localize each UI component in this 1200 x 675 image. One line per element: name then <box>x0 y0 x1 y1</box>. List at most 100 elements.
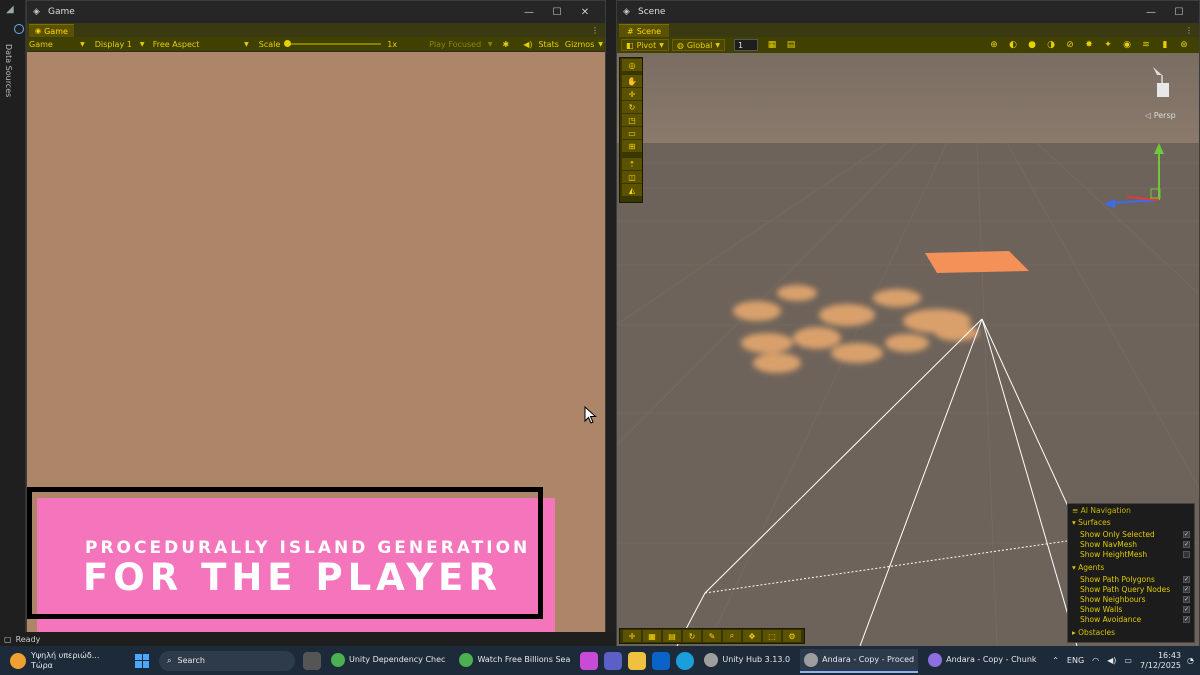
surfaces-section[interactable]: ▾ Surfaces <box>1072 518 1190 527</box>
snap-settings-icon[interactable]: ▤ <box>783 39 799 51</box>
weather-widget[interactable]: Υψηλή υπεριώδ... Τώρα <box>0 651 135 671</box>
option-row[interactable]: Show Walls ✓ <box>1080 604 1190 614</box>
layers-icon[interactable]: ≋ <box>1138 39 1154 51</box>
aspect-dropdown[interactable]: Free Aspect ▼ <box>153 40 249 49</box>
lit-icon[interactable]: ● <box>1024 39 1040 51</box>
option-row[interactable]: Show Avoidance ✓ <box>1080 614 1190 624</box>
gizmos-icon[interactable]: ⊛ <box>1176 39 1192 51</box>
rotate-icon[interactable]: ↻ <box>683 630 701 642</box>
rotate-tool-icon[interactable]: ↻ <box>622 101 642 113</box>
option-row[interactable]: Show Path Polygons ✓ <box>1080 574 1190 584</box>
minimize-icon[interactable]: — <box>1137 7 1165 18</box>
option-row[interactable]: Show Only Selected ✓ <box>1080 529 1190 539</box>
custom-tool-icon[interactable]: ⇡ <box>622 158 642 170</box>
teams-icon[interactable] <box>604 651 623 670</box>
agents-section[interactable]: ▾ Agents <box>1072 563 1190 572</box>
2d-toggle-icon[interactable]: ⊘ <box>1062 39 1078 51</box>
pin-tool-icon[interactable]: ◭ <box>622 184 642 196</box>
checkbox[interactable]: ✓ <box>1183 530 1190 538</box>
clock[interactable]: 16:43 7/12/2025 <box>1140 651 1181 671</box>
option-row[interactable]: Show NavMesh ✓ <box>1080 539 1190 549</box>
copilot-icon[interactable] <box>580 651 599 670</box>
scale-tool-icon[interactable]: ◳ <box>622 114 642 126</box>
outlook-icon[interactable] <box>652 651 671 670</box>
option-row[interactable]: Show Neighbours ✓ <box>1080 594 1190 604</box>
obstacles-section[interactable]: ▸ Obstacles <box>1072 628 1190 637</box>
gizmos-dropdown[interactable]: Gizmos ▼ <box>565 40 603 49</box>
pan-icon[interactable]: ✥ <box>743 630 761 642</box>
chevron-up-icon[interactable]: ⌃ <box>1052 656 1059 665</box>
hand-tool-icon[interactable]: ✋ <box>622 75 642 87</box>
navmesh-tool-icon[interactable]: ◫ <box>622 171 642 183</box>
mute-audio-icon[interactable]: ◀) <box>523 40 532 49</box>
scene-titlebar[interactable]: ◈ Scene — ☐ <box>617 1 1199 23</box>
scale-slider[interactable] <box>284 40 382 47</box>
game-mode-dropdown[interactable]: Game ▼ <box>29 40 85 49</box>
stats-button[interactable]: Stats <box>538 40 558 49</box>
move-icon[interactable]: ✛ <box>623 630 641 642</box>
display-dropdown[interactable]: Display 1 ▼ <box>95 40 145 49</box>
wifi-icon[interactable]: ◠ <box>1092 656 1099 665</box>
taskbar-app[interactable]: Andara - Copy - Chunk <box>924 649 1040 673</box>
notification-icon[interactable]: ◔ <box>1187 656 1194 665</box>
game-viewport[interactable]: PROCEDURALLY ISLAND GENERATION FOR THE P… <box>27 52 605 632</box>
maximize-icon[interactable]: ☐ <box>1165 7 1193 18</box>
tab-scene[interactable]: # Scene <box>619 24 670 37</box>
grid-snap-icon[interactable]: ▦ <box>764 39 780 51</box>
data-sources-tab[interactable]: Data Sources <box>4 44 13 97</box>
lighting-icon[interactable]: ✸ <box>1081 39 1097 51</box>
language-indicator[interactable]: ENG <box>1067 656 1084 665</box>
taskbar-app-active[interactable]: Andara - Copy - Proced <box>800 648 919 673</box>
checkbox[interactable]: ✓ <box>1183 575 1190 583</box>
draw-mode-icon[interactable]: ⊕ <box>986 39 1002 51</box>
grid-size-input[interactable]: 1 <box>733 39 758 51</box>
rect-tool-icon[interactable]: ▭ <box>622 127 642 139</box>
grid-icon[interactable]: ▦ <box>643 630 661 642</box>
taskbar-app[interactable]: Unity Hub 3.13.0 <box>700 649 794 673</box>
checkbox[interactable] <box>1183 550 1190 558</box>
more-options-icon[interactable]: ⋮ <box>1185 26 1193 35</box>
checkbox[interactable]: ✓ <box>1183 615 1190 623</box>
bug-icon[interactable]: ✱ <box>502 40 509 49</box>
tab-game[interactable]: ◉ Game <box>29 24 74 37</box>
search-input[interactable]: ⌕ Search <box>159 650 295 671</box>
global-toggle[interactable]: ◍ Global ▼ <box>671 39 725 51</box>
checkbox[interactable]: ✓ <box>1183 540 1190 548</box>
paint-icon[interactable]: ✎ <box>703 630 721 642</box>
more-options-icon[interactable]: ⋮ <box>591 26 599 35</box>
scene-viewport[interactable]: ◎ ✋ ✛ ↻ ◳ ▭ ⊞ ⇡ ◫ ◭ ◁ Persp ≡ AI Navigat… <box>617 53 1199 646</box>
pivot-toggle[interactable]: ◧ Pivot ▼ <box>621 39 669 51</box>
table-icon[interactable]: ▤ <box>663 630 681 642</box>
wireframe-icon[interactable]: ◑ <box>1043 39 1059 51</box>
start-icon[interactable] <box>135 653 149 668</box>
battery-icon[interactable]: ▭ <box>1124 656 1132 665</box>
zoom-icon[interactable]: ⌕ <box>723 630 741 642</box>
move-tool-icon[interactable]: ✛ <box>622 88 642 100</box>
option-row[interactable]: Show HeightMesh <box>1080 549 1190 559</box>
minimize-icon[interactable]: — <box>515 7 543 18</box>
maximize-icon[interactable]: ☐ <box>543 7 571 18</box>
option-row[interactable]: Show Path Query Nodes ✓ <box>1080 584 1190 594</box>
camera-icon[interactable]: ▮ <box>1157 39 1173 51</box>
effects-icon[interactable]: ✦ <box>1100 39 1116 51</box>
checkbox[interactable]: ✓ <box>1183 595 1190 603</box>
persp-label[interactable]: ◁ Persp <box>1145 111 1176 120</box>
close-icon[interactable]: ✕ <box>571 7 599 18</box>
scale-slider-knob[interactable] <box>284 40 292 47</box>
taskbar-app[interactable]: Watch Free Billions Sea <box>455 649 574 673</box>
visibility-icon[interactable]: ◉ <box>1119 39 1135 51</box>
game-titlebar[interactable]: ◈ Game — ☐ ✕ <box>27 1 605 23</box>
settings-icon[interactable]: ⚙ <box>783 630 801 642</box>
checkbox[interactable]: ✓ <box>1183 605 1190 613</box>
view-tool-icon[interactable]: ◎ <box>622 59 642 71</box>
select-icon[interactable]: ⬚ <box>763 630 781 642</box>
edge-icon[interactable] <box>676 651 695 670</box>
taskbar-app[interactable]: Unity Dependency Chec <box>327 649 449 673</box>
play-mode-dropdown[interactable]: Play Focused ▼ <box>429 40 492 49</box>
server-explorer-icon[interactable] <box>14 24 24 34</box>
transform-tool-icon[interactable]: ⊞ <box>622 140 642 152</box>
volume-icon[interactable]: ◀) <box>1107 656 1116 665</box>
ai-navigation-title[interactable]: ≡ AI Navigation <box>1072 506 1190 515</box>
file-explorer-icon[interactable] <box>628 651 647 670</box>
task-view-icon[interactable] <box>303 651 321 670</box>
